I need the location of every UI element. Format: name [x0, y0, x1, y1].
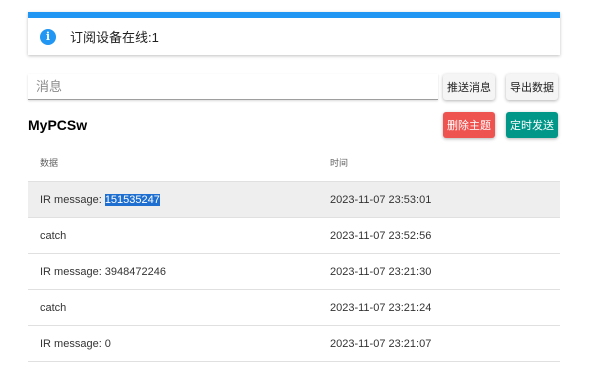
delete-topic-button[interactable]: 删除主题: [443, 112, 495, 138]
header-time: 时间: [330, 159, 349, 169]
online-alert: i 订阅设备在线:1: [28, 12, 560, 55]
push-message-button[interactable]: 推送消息: [443, 74, 495, 100]
cell-data: catch: [28, 230, 318, 242]
header-data: 数据: [40, 159, 59, 169]
cell-data-text: IR message:: [40, 193, 105, 206]
cell-data: IR message: 0: [28, 338, 318, 350]
topic-title: MyPCSw: [28, 117, 88, 133]
cell-time: 2023-11-07 23:21:07: [330, 337, 432, 350]
table-body: IR message: 151535247 2023-11-07 23:53:01…: [28, 182, 560, 362]
cell-data: catch: [28, 302, 318, 314]
cell-data: IR message: 3948472246: [28, 266, 318, 278]
timed-send-button[interactable]: 定时发送: [506, 112, 558, 138]
cell-time: 2023-11-07 23:53:01: [330, 193, 432, 206]
cell-data-text: IR message: 3948472246: [40, 265, 166, 278]
message-table: 数据 时间 IR message: 151535247 2023-11-07 23…: [28, 144, 560, 362]
table-row[interactable]: catch 2023-11-07 23:21:24: [28, 290, 560, 326]
selected-text: 151535247: [104, 193, 160, 206]
message-input[interactable]: [28, 74, 438, 100]
cell-data-text: catch: [40, 229, 67, 242]
cell-data: IR message: 151535247: [28, 193, 318, 206]
cell-data-text: catch: [40, 301, 67, 314]
table-row[interactable]: IR message: 0 2023-11-07 23:21:07: [28, 326, 560, 362]
alert-text: 订阅设备在线:1: [70, 30, 159, 45]
page: i 订阅设备在线:1 推送消息 导出数据 MyPCSw 删除主题 定时发送 数据…: [0, 0, 602, 381]
table-row[interactable]: IR message: 3948472246 2023-11-07 23:21:3…: [28, 254, 560, 290]
cell-data-text: IR message: 0: [40, 337, 111, 350]
table-row[interactable]: catch 2023-11-07 23:52:56: [28, 218, 560, 254]
cell-time: 2023-11-07 23:52:56: [330, 229, 432, 242]
info-icon: i: [40, 28, 56, 45]
table-header: 数据 时间: [28, 144, 560, 182]
export-data-button[interactable]: 导出数据: [506, 74, 558, 100]
cell-time: 2023-11-07 23:21:30: [330, 265, 432, 278]
cell-time: 2023-11-07 23:21:24: [330, 301, 432, 314]
table-row[interactable]: IR message: 151535247 2023-11-07 23:53:01: [28, 182, 560, 218]
